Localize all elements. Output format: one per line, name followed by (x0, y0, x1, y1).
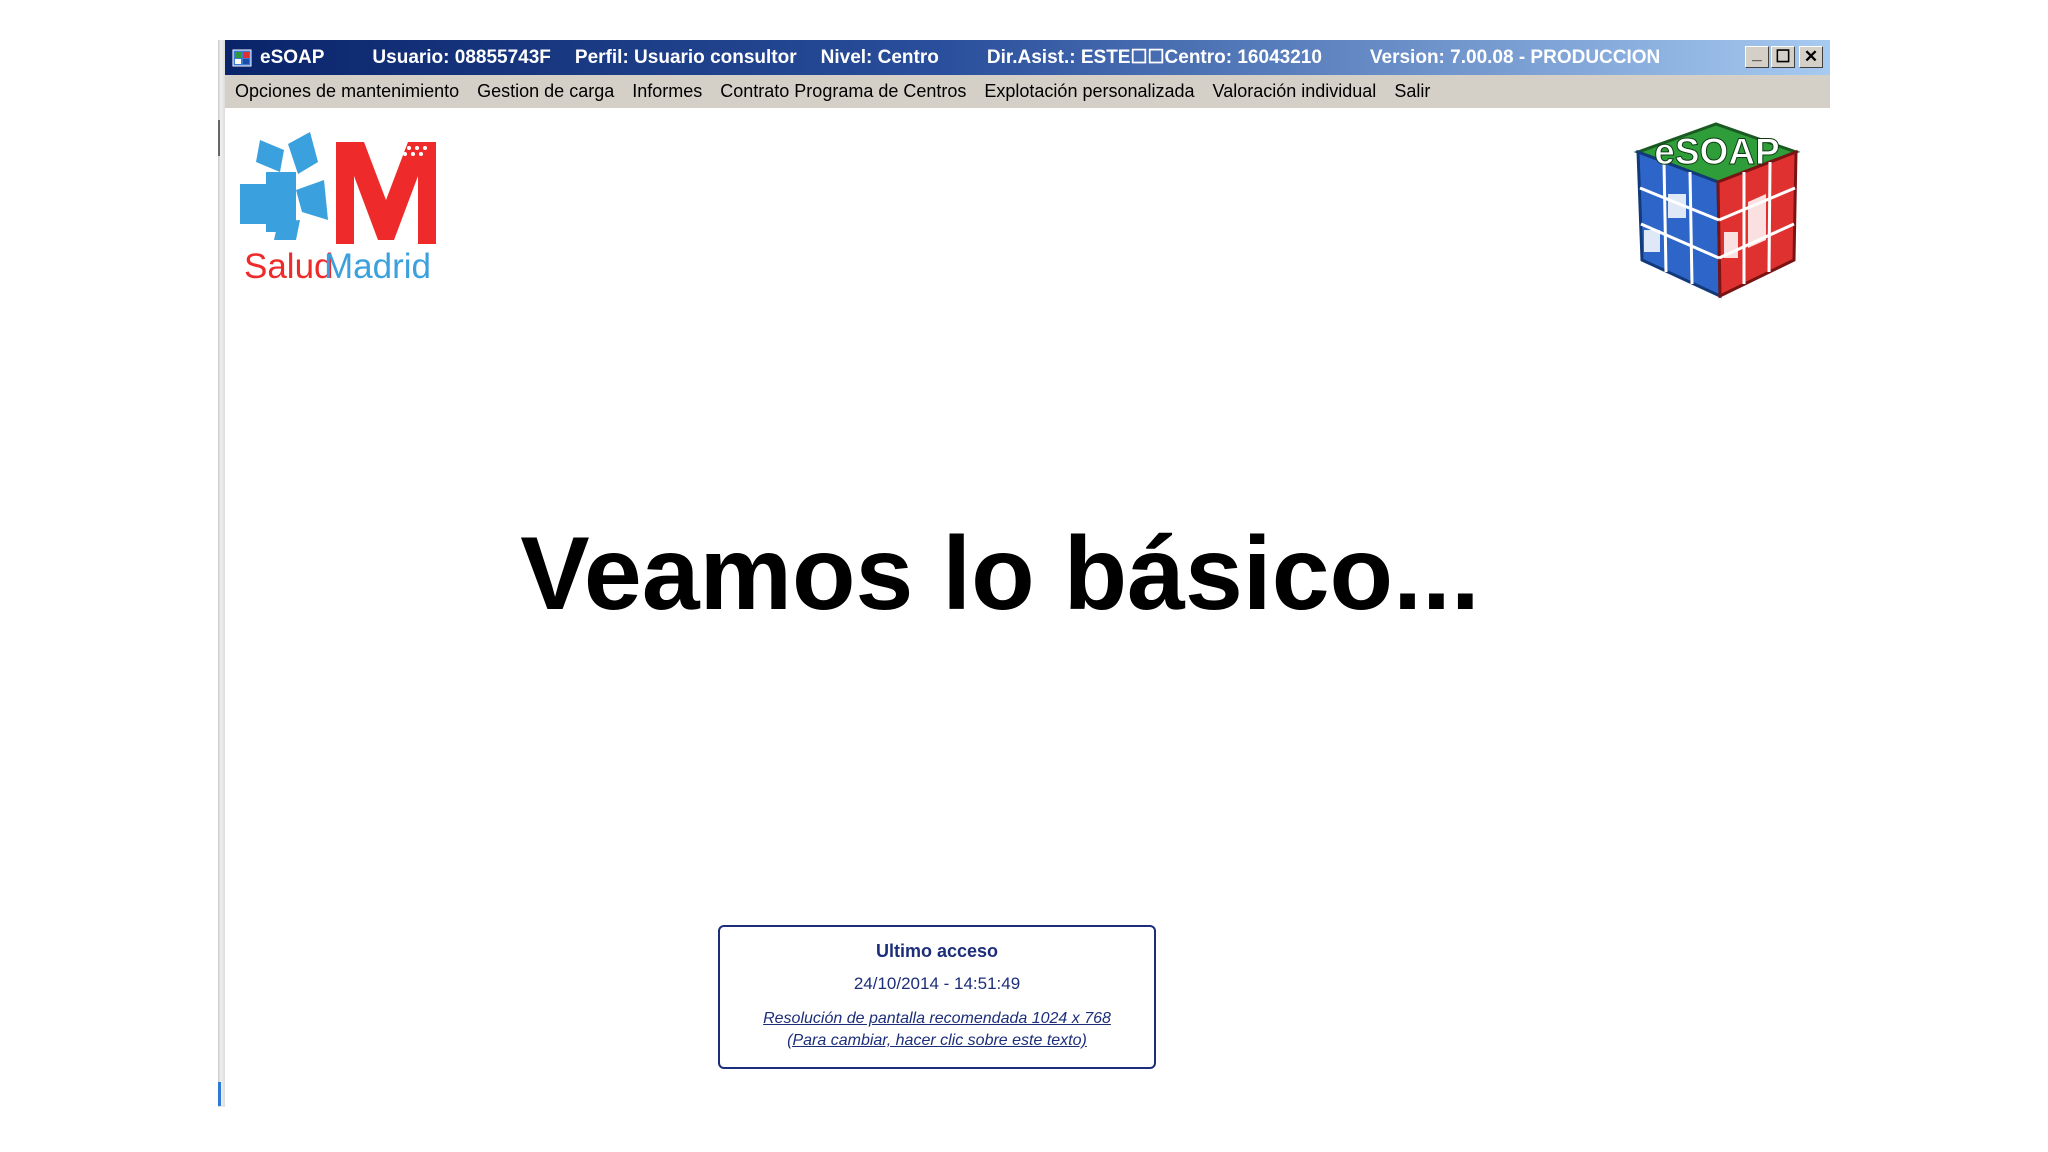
minimize-icon: _ (1752, 44, 1762, 63)
menu-item-gestion-carga[interactable]: Gestion de carga (468, 81, 623, 102)
maximize-icon: ☐ (1775, 47, 1791, 66)
salud-text: Salud (244, 247, 334, 282)
close-button[interactable]: ✕ (1799, 46, 1823, 68)
app-title: eSOAP (260, 46, 325, 68)
salud-madrid-logo: Salud Madrid (240, 132, 438, 286)
window-edge-marker (218, 1082, 221, 1106)
menu-item-salir[interactable]: Salir (1385, 81, 1439, 102)
resolution-link-text[interactable]: Resolución de pantalla recomendada 1024 … (720, 1008, 1154, 1030)
user-id-label: Usuario: 08855743F (372, 46, 551, 68)
madrid-text: Madrid (324, 247, 431, 282)
window-edge-marker (218, 120, 220, 156)
maximize-button[interactable]: ☐ (1771, 46, 1795, 68)
menu-item-opciones-mantenimiento[interactable]: Opciones de mantenimiento (225, 81, 468, 102)
dir-asist-center-label: Dir.Asist.: ESTE☐☐Centro: 16043210 (986, 47, 1322, 68)
menu-item-explotacion-personalizada[interactable]: Explotación personalizada (975, 81, 1203, 102)
headline: Veamos lo básico... (520, 516, 1480, 632)
version-label: Version: 7.00.08 - PRODUCCION (1369, 46, 1661, 68)
screen-resolution-link[interactable]: Resolución de pantalla recomendada 1024 … (720, 1008, 1154, 1052)
level-label: Nivel: Centro (820, 46, 939, 68)
last-access-datetime: 24/10/2014 - 14:51:49 (853, 974, 1021, 993)
last-access-panel: Ultimo acceso 24/10/2014 - 14:51:49 Reso… (718, 925, 1156, 1069)
menu-item-contrato-programa[interactable]: Contrato Programa de Centros (711, 81, 975, 102)
last-access-title: Ultimo acceso (875, 941, 999, 961)
esoap-app-icon[interactable] (231, 47, 253, 69)
esoap-cube-logo: eSOAP (1628, 120, 1806, 300)
title-bar[interactable]: eSOAP Usuario: 08855743F Perfil: Usuario… (225, 40, 1830, 75)
menu-item-informes[interactable]: Informes (623, 81, 711, 102)
esoap-logo-text: eSOAP (1654, 131, 1779, 172)
menu-item-valoracion-individual[interactable]: Valoración individual (1204, 81, 1386, 102)
profile-label: Perfil: Usuario consultor (574, 46, 797, 68)
minimize-button[interactable]: _ (1745, 44, 1769, 68)
change-resolution-hint[interactable]: (Para cambiar, hacer clic sobre este tex… (720, 1030, 1154, 1052)
menu-bar: Opciones de mantenimiento Gestion de car… (225, 75, 1830, 108)
close-icon: ✕ (1803, 47, 1819, 66)
